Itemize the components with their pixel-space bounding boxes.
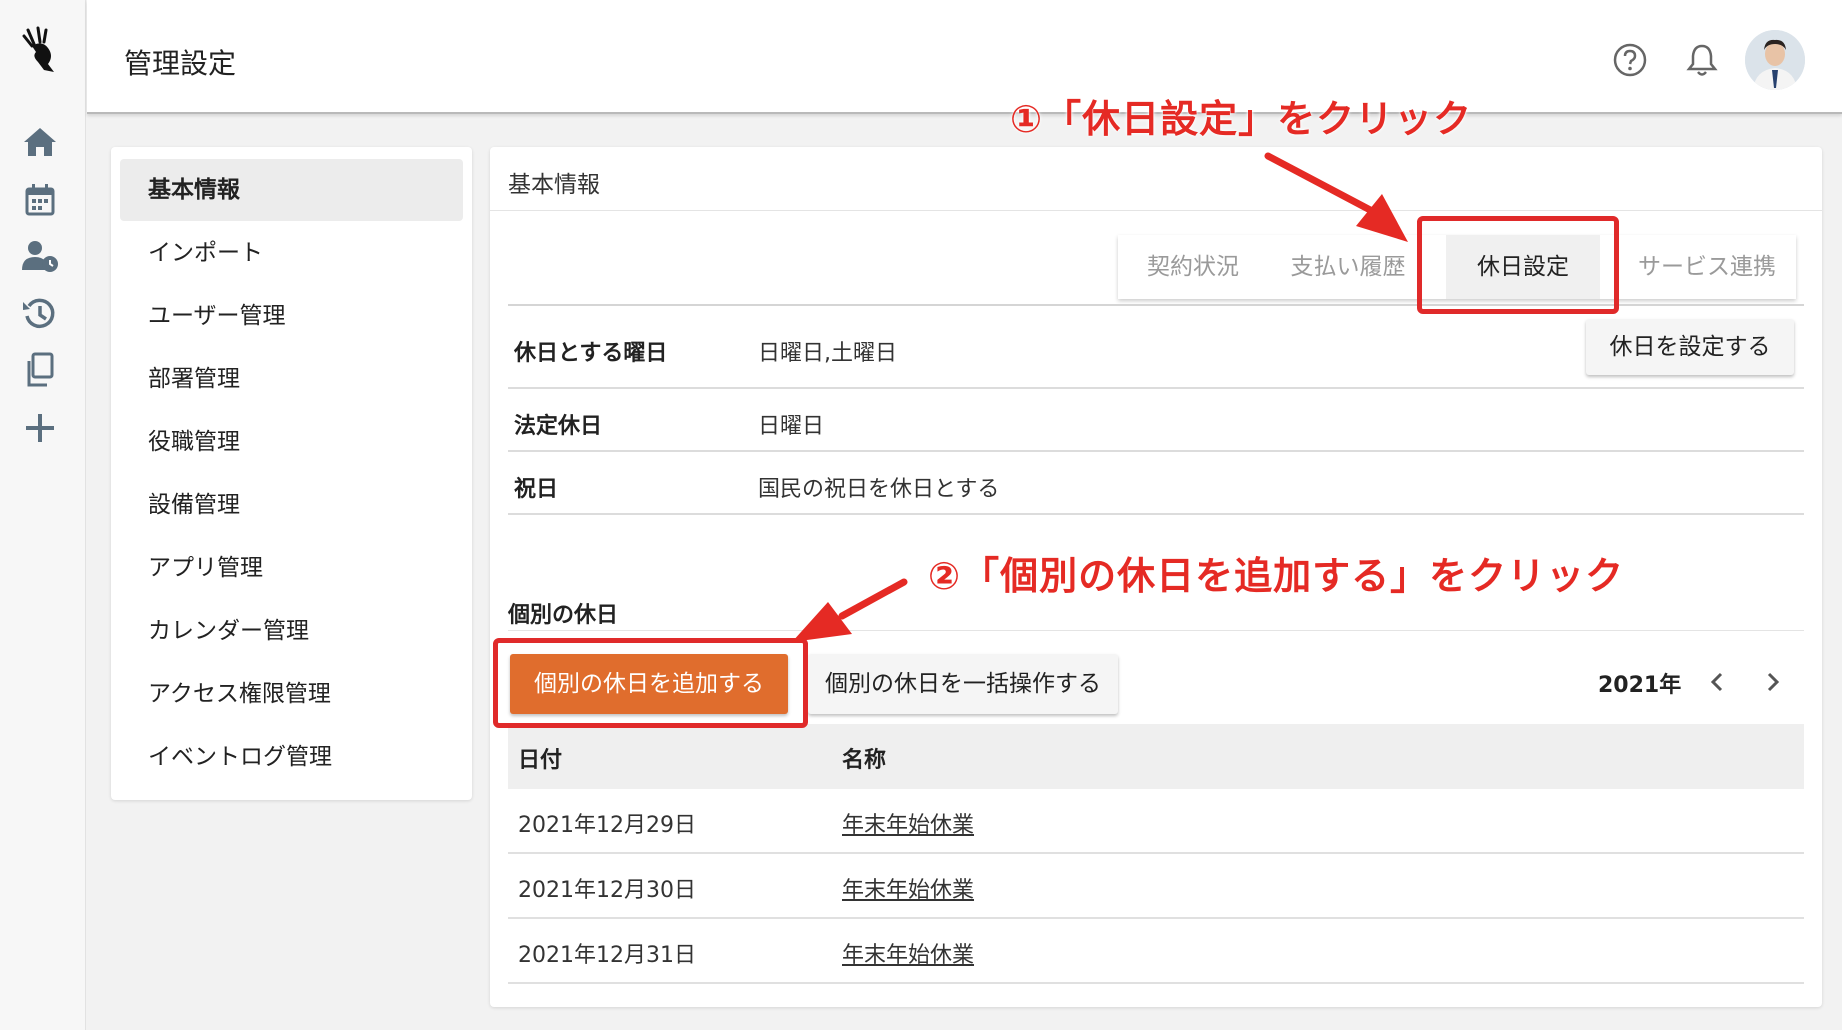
left-icon-rail: [0, 0, 86, 1030]
history-icon[interactable]: [20, 294, 60, 334]
logo-icon[interactable]: [18, 26, 62, 76]
table-row: 2021年12月30日 年末年始休業: [508, 854, 1804, 919]
individual-holidays-title: 個別の休日: [508, 603, 619, 628]
set-holiday-button[interactable]: 休日を設定する: [1586, 319, 1794, 375]
table-row: 2021年12月31日 年末年始休業: [508, 919, 1804, 984]
weekday-holiday-label: 休日とする曜日: [514, 341, 668, 366]
avatar[interactable]: [1745, 30, 1805, 90]
national-holiday-value: 国民の祝日を休日とする: [758, 477, 1000, 502]
year-label: 2021年: [1598, 673, 1682, 698]
copy-icon[interactable]: [20, 350, 60, 390]
menu-item-app-management[interactable]: アプリ管理: [120, 537, 463, 599]
weekday-holiday-value: 日曜日,土曜日: [758, 341, 897, 366]
column-name: 名称: [842, 748, 887, 773]
menu-item-department-management[interactable]: 部署管理: [120, 348, 463, 410]
annotation-arrow-1: [1264, 152, 1408, 242]
divider: [508, 630, 1804, 631]
top-header: 管理設定: [87, 0, 1842, 114]
row-name-link[interactable]: 年末年始休業: [842, 872, 974, 904]
divider: [508, 513, 1804, 515]
tab-service-integration[interactable]: サービス連携: [1618, 235, 1796, 299]
tab-contract-status[interactable]: 契約状況: [1118, 235, 1268, 299]
table-header: 日付 名称: [508, 724, 1804, 789]
row-date: 2021年12月31日: [518, 943, 696, 968]
menu-item-facility-management[interactable]: 設備管理: [120, 474, 463, 536]
menu-item-access-management[interactable]: アクセス権限管理: [120, 663, 463, 725]
annotation-arrow-2: [792, 578, 908, 642]
bulk-individual-holiday-button[interactable]: 個別の休日を一括操作する: [808, 654, 1118, 714]
menu-item-import[interactable]: インポート: [120, 222, 463, 284]
menu-item-user-management[interactable]: ユーザー管理: [120, 285, 463, 347]
table-row: 2021年12月29日 年末年始休業: [508, 789, 1804, 854]
chevron-right-icon[interactable]: [1760, 667, 1786, 697]
menu-item-calendar-management[interactable]: カレンダー管理: [120, 600, 463, 662]
user-clock-icon[interactable]: [20, 236, 60, 276]
menu-item-eventlog-management[interactable]: イベントログ管理: [120, 726, 463, 788]
divider: [508, 450, 1804, 452]
divider: [508, 387, 1804, 389]
national-holiday-label: 祝日: [514, 477, 559, 502]
home-icon[interactable]: [20, 122, 60, 162]
bell-icon[interactable]: [1682, 40, 1722, 80]
card-title: 基本情報: [508, 172, 600, 198]
plus-icon[interactable]: [20, 408, 60, 448]
settings-menu: 基本情報 インポート ユーザー管理 部署管理 役職管理 設備管理 アプリ管理 カ…: [111, 147, 472, 800]
row-name-link[interactable]: 年末年始休業: [842, 937, 974, 969]
annotation-step2: ②「個別の休日を追加する」をクリック: [928, 554, 1625, 598]
annotation-box-holiday-tab: [1417, 216, 1619, 314]
help-icon[interactable]: [1610, 40, 1650, 80]
column-date: 日付: [518, 748, 563, 773]
menu-item-position-management[interactable]: 役職管理: [120, 411, 463, 473]
legal-holiday-value: 日曜日: [758, 414, 825, 439]
divider: [490, 210, 1822, 211]
calendar-icon[interactable]: [20, 180, 60, 220]
row-date: 2021年12月29日: [518, 813, 696, 838]
annotation-step1: ①「休日設定」をクリック: [1010, 97, 1473, 141]
menu-item-basic-info[interactable]: 基本情報: [120, 159, 463, 221]
row-date: 2021年12月30日: [518, 878, 696, 903]
annotation-box-add-button: [493, 638, 808, 728]
row-name-link[interactable]: 年末年始休業: [842, 807, 974, 839]
legal-holiday-label: 法定休日: [514, 414, 603, 439]
page-title: 管理設定: [124, 47, 237, 80]
chevron-left-icon[interactable]: [1704, 667, 1730, 697]
